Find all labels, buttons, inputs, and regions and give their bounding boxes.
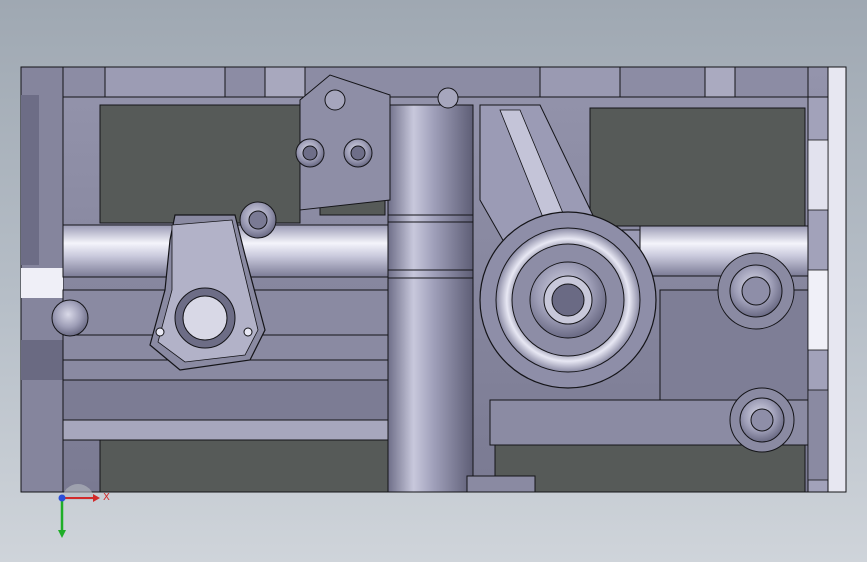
cavity-bottom-left [99, 439, 391, 493]
port-left-wall [51, 299, 89, 337]
bottom-tab [466, 475, 536, 493]
y-axis-arrow [58, 530, 66, 538]
cavity-top-left [99, 104, 301, 224]
port-small-4 [437, 87, 459, 109]
x-axis-arrow [93, 494, 100, 502]
cavity-top-right [589, 107, 806, 227]
z-axis-dot [58, 494, 66, 502]
x-axis-label: X [103, 492, 110, 503]
graphics-viewport[interactable]: X [0, 0, 867, 562]
cad-part-model[interactable] [0, 0, 867, 562]
port-small-1 [324, 89, 346, 111]
view-triad: X [58, 484, 110, 538]
vertical-column [387, 104, 474, 493]
